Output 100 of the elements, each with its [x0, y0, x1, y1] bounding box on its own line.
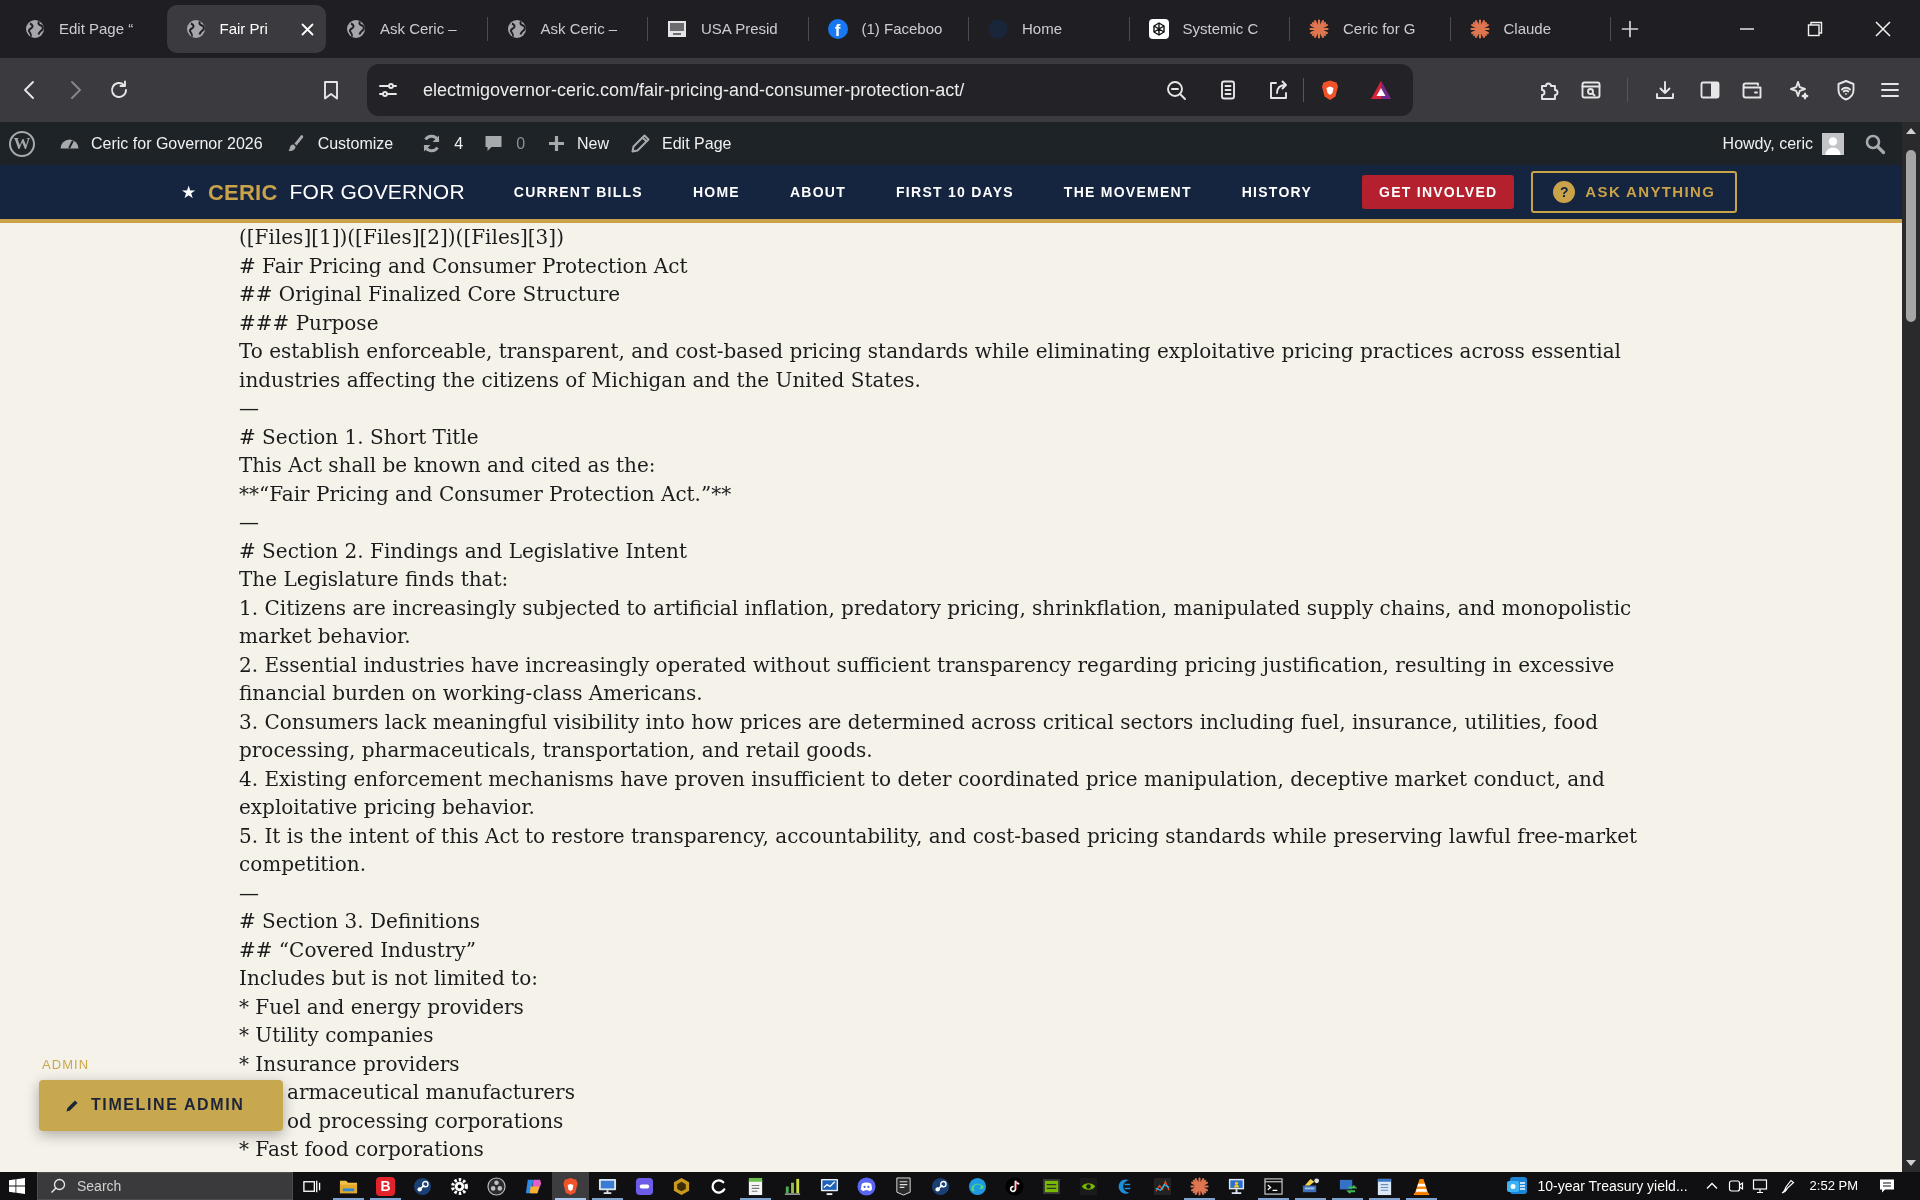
admin-bar-link[interactable]: Customize	[284, 131, 394, 156]
reload-icon[interactable]	[108, 79, 130, 101]
nav-link[interactable]: FIRST 10 DAYS	[896, 181, 1014, 203]
tile-icon	[635, 1176, 654, 1196]
computer-icon	[1227, 1176, 1246, 1196]
text-line: * Utility companies	[239, 1022, 434, 1049]
text-line: —	[239, 395, 259, 422]
nav-link[interactable]: HOME	[692, 181, 740, 203]
text-line: ## “Covered Industry”	[239, 936, 476, 964]
globe-icon	[25, 19, 45, 39]
shield-icon[interactable]	[1835, 79, 1857, 101]
nav-link[interactable]: HISTORY	[1241, 181, 1313, 203]
music-note-icon	[1005, 1176, 1024, 1196]
new-tab-icon[interactable]	[1621, 20, 1639, 38]
browser-tab[interactable]: Ask Ceric –	[327, 5, 487, 53]
browser-tab[interactable]: f (1) Faceboo	[808, 5, 968, 53]
admin-bar-link[interactable]: 4	[421, 131, 464, 156]
thumbnail-icon	[667, 19, 687, 39]
bar-chart-icon	[783, 1176, 802, 1196]
browser-tab[interactable]: Home	[969, 5, 1129, 53]
traffic-cone-icon	[1412, 1176, 1431, 1196]
browser-tab[interactable]: Claude	[1450, 5, 1610, 53]
notepad-icon	[746, 1176, 765, 1196]
disc-icon	[988, 19, 1008, 39]
admin-bar-link[interactable]: 0	[483, 131, 526, 156]
nav-link[interactable]: CURRENT BILLS	[513, 181, 643, 203]
sparkle-icon[interactable]	[1788, 79, 1810, 101]
badge-icon	[894, 1176, 913, 1196]
text-line: od processing corporations	[287, 1107, 564, 1135]
scroll-down-icon[interactable]	[1906, 1160, 1916, 1166]
text-line: armaceutical manufacturers	[287, 1079, 575, 1106]
pen-icon[interactable]	[1779, 1178, 1796, 1194]
notification-icon[interactable]	[1879, 1178, 1895, 1194]
site-logo[interactable]: ★ CERIC FOR GOVERNOR	[181, 175, 465, 209]
browser-tab[interactable]: Fair Pri	[166, 5, 326, 53]
globe-icon	[346, 19, 366, 39]
browser-tab[interactable]: USA Presid	[648, 5, 808, 53]
admin-bar-link[interactable]: Ceric for Governor 2026	[59, 131, 263, 156]
clock-time[interactable]: 2:52 PM	[1809, 1176, 1858, 1196]
text-line: 1. Citizens are increasingly subjected to artificial inflation, predatory pricing, shrinkflation, manipulated supply chains, and monopolistic market behavior.	[239, 594, 1633, 650]
text-line: 4. Existing enforcement mechanisms have proven insufficient to deter coordinated price manipulation, deceptive market conduct, and exploitative pricing behavior.	[239, 765, 1606, 821]
nav-link[interactable]: THE MOVEMENT	[1063, 181, 1192, 203]
restore-icon[interactable]	[1807, 21, 1823, 37]
search-icon	[50, 1178, 66, 1194]
arc-icon	[709, 1176, 728, 1196]
taskbar-button[interactable]	[552, 1172, 589, 1200]
lens-icon	[487, 1176, 506, 1196]
zoom-out-icon[interactable]	[1165, 79, 1187, 101]
scroll-up-icon[interactable]	[1906, 128, 1916, 134]
scrollbar-thumb[interactable]	[1906, 150, 1916, 322]
shield-badge-icon[interactable]	[1319, 79, 1341, 101]
admin-bar-link[interactable]: Edit Page	[630, 131, 732, 156]
start-icon[interactable]	[9, 1178, 25, 1194]
text-line: # Section 1. Short Title	[239, 423, 479, 451]
starburst-icon	[1309, 19, 1329, 39]
news-headline[interactable]: 10-year Treasury yield...	[1537, 1175, 1688, 1197]
star-icon: ★	[181, 183, 196, 201]
hexagon-icon	[672, 1176, 691, 1196]
monitor-icon	[598, 1176, 617, 1196]
camera-icon[interactable]	[1727, 1178, 1744, 1194]
browser-tab[interactable]: Ceric for G	[1290, 5, 1450, 53]
triangle-icon[interactable]	[1370, 79, 1392, 101]
disc-icon	[413, 1176, 432, 1196]
get-involved-button[interactable]: GET INVOLVED	[1362, 175, 1515, 209]
logo-icon[interactable]: W	[9, 130, 35, 157]
taskbar-button[interactable]: B	[367, 1172, 404, 1200]
user-menu[interactable]: Howdy, ceric	[1722, 131, 1844, 156]
pencil-icon	[65, 1098, 79, 1113]
text-line: Includes but is not limited to:	[239, 965, 538, 992]
text-line: —	[239, 879, 259, 907]
disc-icon	[931, 1176, 950, 1196]
text-line: # Fair Pricing and Consumer Protection Act	[239, 252, 688, 280]
sidebar-icon[interactable]	[1699, 79, 1721, 101]
text-line: ([Files][1])([Files][2])([Files][3])	[239, 224, 564, 251]
browser-tab[interactable]: Systemic C	[1129, 5, 1289, 53]
text-line: This Act shall be known and cited as the:	[239, 452, 656, 479]
logo-icon: f	[827, 19, 848, 39]
share-icon[interactable]	[1267, 79, 1289, 101]
shield-badge-icon	[561, 1176, 580, 1196]
timeline-admin-button[interactable]: TIMELINE ADMIN	[39, 1080, 283, 1131]
search-icon[interactable]	[1864, 132, 1886, 155]
text-line: * Insurance providers	[239, 1050, 460, 1078]
monitor-chart-icon	[820, 1176, 839, 1196]
address-field[interactable]: electmigovernor-ceric.com/fair-pricing-and-consumer-protection-act/	[367, 64, 1413, 116]
browser-tab[interactable]: Ask Ceric –	[487, 5, 647, 53]
text-line: —	[239, 509, 259, 536]
admin-bar-link[interactable]: New	[546, 131, 610, 156]
text-line: ### Purpose	[239, 309, 379, 337]
close-icon[interactable]	[1875, 21, 1891, 37]
download-icon[interactable]	[1654, 79, 1676, 101]
question-icon: ?	[1553, 181, 1576, 203]
browser-tab[interactable]: Edit Page “	[6, 5, 166, 53]
news-icon[interactable]	[1506, 1175, 1529, 1197]
ask-anything-button[interactable]: ? ASK ANYTHING	[1531, 171, 1738, 213]
network-icon[interactable]	[1751, 1178, 1768, 1194]
search-field[interactable]: Search	[37, 1172, 293, 1200]
globe-icon	[506, 19, 527, 39]
text-line: # Section 2. Findings and Legislative Intent	[239, 537, 688, 565]
nav-link[interactable]: ABOUT	[789, 181, 847, 203]
window-search-icon[interactable]	[1580, 79, 1602, 101]
